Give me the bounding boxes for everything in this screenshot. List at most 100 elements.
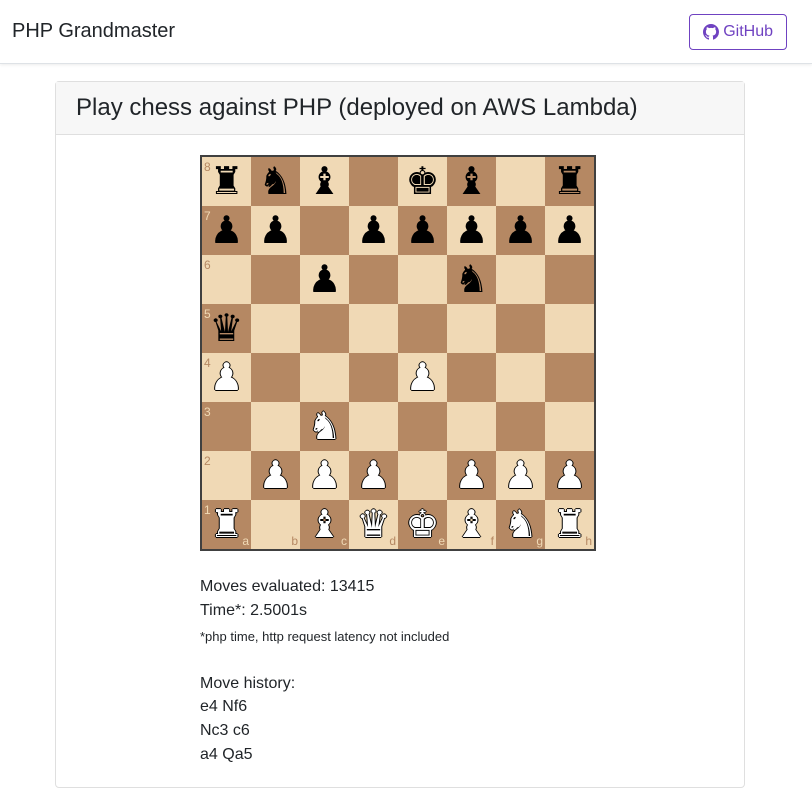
square-b7[interactable]: ♟ xyxy=(251,206,300,255)
black-king-icon[interactable]: ♚ xyxy=(398,157,447,206)
square-c6[interactable]: ♟ xyxy=(300,255,349,304)
square-h5[interactable] xyxy=(545,304,594,353)
white-pawn-icon[interactable]: ♟ xyxy=(202,353,251,402)
black-bishop-icon[interactable]: ♝ xyxy=(447,157,496,206)
black-pawn-icon[interactable]: ♟ xyxy=(496,206,545,255)
square-f1[interactable]: f ♝ xyxy=(447,500,496,549)
black-pawn-icon[interactable]: ♟ xyxy=(398,206,447,255)
square-b8[interactable]: ♞ xyxy=(251,157,300,206)
white-pawn-icon[interactable]: ♟ xyxy=(496,451,545,500)
square-b6[interactable] xyxy=(251,255,300,304)
square-h1[interactable]: h ♜ xyxy=(545,500,594,549)
white-knight-icon[interactable]: ♞ xyxy=(496,500,545,549)
square-c1[interactable]: c ♝ xyxy=(300,500,349,549)
black-pawn-icon[interactable]: ♟ xyxy=(251,206,300,255)
white-pawn-icon[interactable]: ♟ xyxy=(398,353,447,402)
square-b5[interactable] xyxy=(251,304,300,353)
square-d5[interactable] xyxy=(349,304,398,353)
chess-board[interactable]: 8 ♜ ♞ ♝ ♚ ♝ ♜ 7 ♟ ♟ ♟ ♟ ♟ ♟ ♟ 6 ♟ ♞ 5 ♛ 4 ♟ ♟ 3 ♞ 2 ♟ ♟ ♟ ♟ ♟ ♟ 1 a ♜ b c ♝ d ♛… xyxy=(200,155,596,551)
square-b4[interactable] xyxy=(251,353,300,402)
square-a8[interactable]: 8 ♜ xyxy=(202,157,251,206)
square-f2[interactable]: ♟ xyxy=(447,451,496,500)
square-b3[interactable] xyxy=(251,402,300,451)
square-b1[interactable]: b xyxy=(251,500,300,549)
black-bishop-icon[interactable]: ♝ xyxy=(300,157,349,206)
square-g3[interactable] xyxy=(496,402,545,451)
square-g8[interactable] xyxy=(496,157,545,206)
square-f3[interactable] xyxy=(447,402,496,451)
square-c7[interactable] xyxy=(300,206,349,255)
square-f8[interactable]: ♝ xyxy=(447,157,496,206)
white-rook-icon[interactable]: ♜ xyxy=(545,500,594,549)
square-e1[interactable]: e ♚ xyxy=(398,500,447,549)
white-pawn-icon[interactable]: ♟ xyxy=(447,451,496,500)
square-d6[interactable] xyxy=(349,255,398,304)
square-a3[interactable]: 3 xyxy=(202,402,251,451)
square-e6[interactable] xyxy=(398,255,447,304)
black-knight-icon[interactable]: ♞ xyxy=(251,157,300,206)
white-pawn-icon[interactable]: ♟ xyxy=(251,451,300,500)
square-b2[interactable]: ♟ xyxy=(251,451,300,500)
white-king-icon[interactable]: ♚ xyxy=(398,500,447,549)
brand-title[interactable]: PHP Grandmaster xyxy=(12,20,175,43)
black-pawn-icon[interactable]: ♟ xyxy=(300,255,349,304)
square-g1[interactable]: g ♞ xyxy=(496,500,545,549)
square-h2[interactable]: ♟ xyxy=(545,451,594,500)
square-c2[interactable]: ♟ xyxy=(300,451,349,500)
move-history-list[interactable]: e4 Nf6 Nc3 c6 a4 Qa5 xyxy=(200,695,600,767)
white-bishop-icon[interactable]: ♝ xyxy=(300,500,349,549)
square-g4[interactable] xyxy=(496,353,545,402)
square-d1[interactable]: d ♛ xyxy=(349,500,398,549)
square-f5[interactable] xyxy=(447,304,496,353)
square-f7[interactable]: ♟ xyxy=(447,206,496,255)
black-queen-icon[interactable]: ♛ xyxy=(202,304,251,353)
white-knight-icon[interactable]: ♞ xyxy=(300,402,349,451)
square-a7[interactable]: 7 ♟ xyxy=(202,206,251,255)
square-e7[interactable]: ♟ xyxy=(398,206,447,255)
square-f6[interactable]: ♞ xyxy=(447,255,496,304)
square-h7[interactable]: ♟ xyxy=(545,206,594,255)
square-f4[interactable] xyxy=(447,353,496,402)
square-a2[interactable]: 2 xyxy=(202,451,251,500)
square-h4[interactable] xyxy=(545,353,594,402)
black-pawn-icon[interactable]: ♟ xyxy=(202,206,251,255)
square-c5[interactable] xyxy=(300,304,349,353)
square-e3[interactable] xyxy=(398,402,447,451)
square-a1[interactable]: 1 a ♜ xyxy=(202,500,251,549)
black-rook-icon[interactable]: ♜ xyxy=(545,157,594,206)
white-queen-icon[interactable]: ♛ xyxy=(349,500,398,549)
square-d7[interactable]: ♟ xyxy=(349,206,398,255)
white-pawn-icon[interactable]: ♟ xyxy=(349,451,398,500)
square-g7[interactable]: ♟ xyxy=(496,206,545,255)
square-d3[interactable] xyxy=(349,402,398,451)
square-e8[interactable]: ♚ xyxy=(398,157,447,206)
white-pawn-icon[interactable]: ♟ xyxy=(300,451,349,500)
square-c4[interactable] xyxy=(300,353,349,402)
square-a5[interactable]: 5 ♛ xyxy=(202,304,251,353)
square-d2[interactable]: ♟ xyxy=(349,451,398,500)
square-d4[interactable] xyxy=(349,353,398,402)
square-c3[interactable]: ♞ xyxy=(300,402,349,451)
black-pawn-icon[interactable]: ♟ xyxy=(545,206,594,255)
black-rook-icon[interactable]: ♜ xyxy=(202,157,251,206)
square-e5[interactable] xyxy=(398,304,447,353)
white-pawn-icon[interactable]: ♟ xyxy=(545,451,594,500)
github-button[interactable]: GitHub xyxy=(689,13,787,50)
square-c8[interactable]: ♝ xyxy=(300,157,349,206)
square-g2[interactable]: ♟ xyxy=(496,451,545,500)
square-g5[interactable] xyxy=(496,304,545,353)
square-a6[interactable]: 6 xyxy=(202,255,251,304)
square-e4[interactable]: ♟ xyxy=(398,353,447,402)
black-pawn-icon[interactable]: ♟ xyxy=(447,206,496,255)
square-e2[interactable] xyxy=(398,451,447,500)
black-knight-icon[interactable]: ♞ xyxy=(447,255,496,304)
square-a4[interactable]: 4 ♟ xyxy=(202,353,251,402)
square-h8[interactable]: ♜ xyxy=(545,157,594,206)
square-d8[interactable] xyxy=(349,157,398,206)
black-pawn-icon[interactable]: ♟ xyxy=(349,206,398,255)
white-rook-icon[interactable]: ♜ xyxy=(202,500,251,549)
square-g6[interactable] xyxy=(496,255,545,304)
square-h3[interactable] xyxy=(545,402,594,451)
square-h6[interactable] xyxy=(545,255,594,304)
white-bishop-icon[interactable]: ♝ xyxy=(447,500,496,549)
